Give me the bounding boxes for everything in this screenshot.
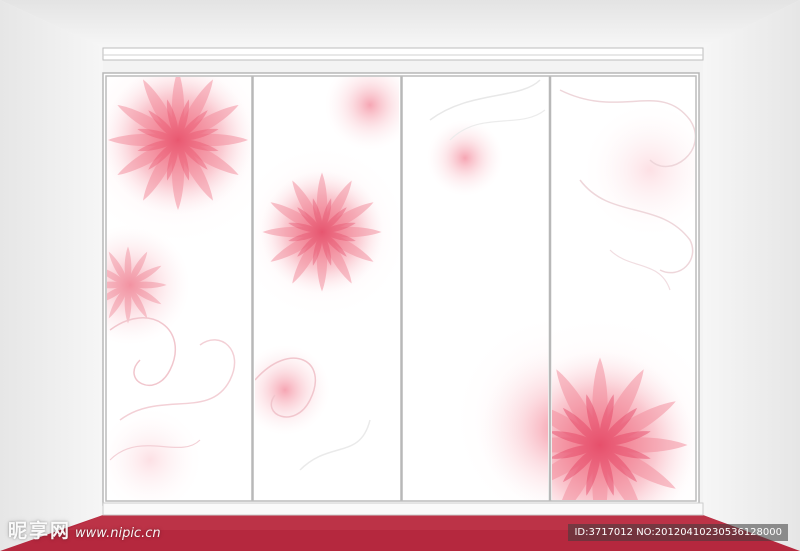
ceiling	[0, 0, 800, 48]
watermark-brand: 昵享网 www.nipic.cn	[8, 516, 161, 543]
top-rail	[102, 47, 704, 61]
room-scene	[0, 0, 800, 551]
right-wall	[703, 0, 800, 551]
left-wall	[0, 0, 103, 551]
door-panel-2[interactable]	[232, 60, 415, 500]
watermark-url: www.nipic.cn	[75, 526, 161, 541]
room-illustration	[0, 0, 800, 551]
watermark-id: ID:3717012 NO:20120410230536128000	[568, 524, 788, 541]
watermark-brand-text: 昵享网	[8, 520, 72, 542]
